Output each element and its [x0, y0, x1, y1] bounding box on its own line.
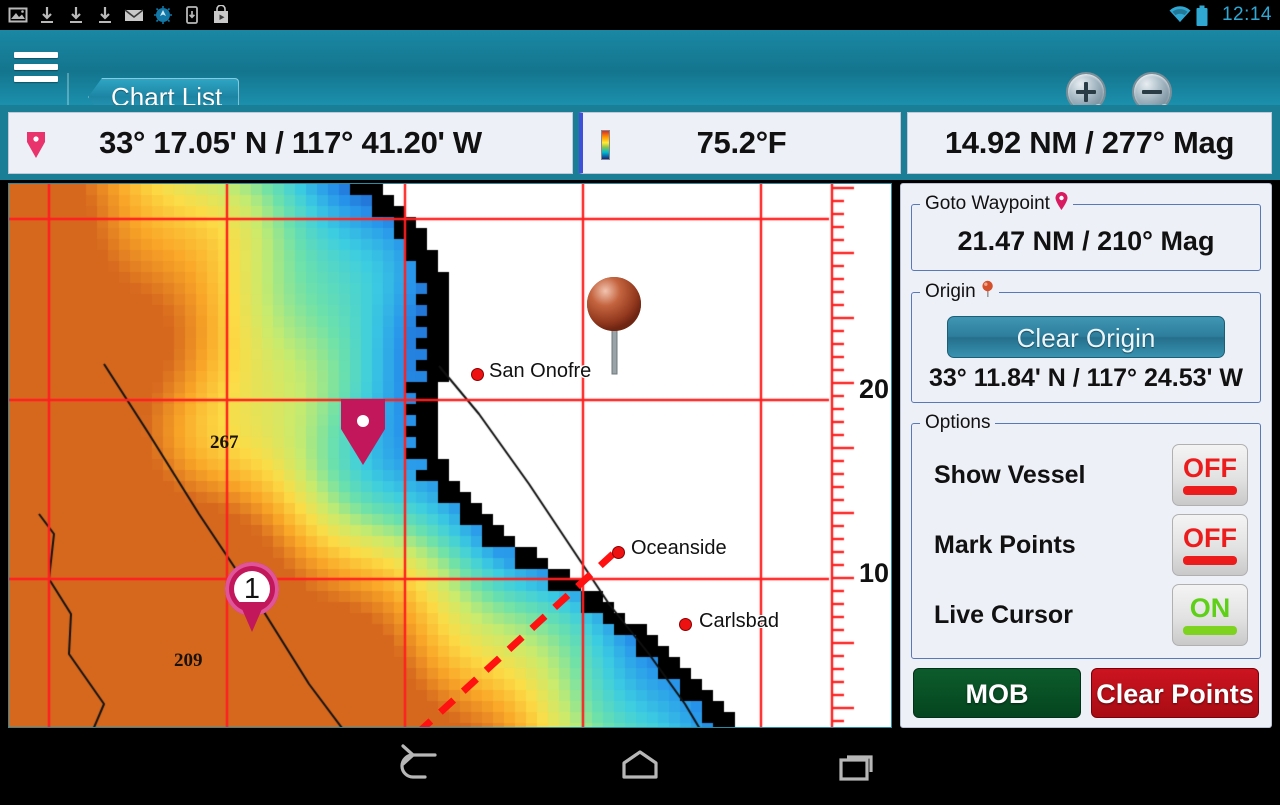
- range-bearing-value: 14.92 NM / 277° Mag: [944, 124, 1235, 160]
- download-icon: [37, 5, 57, 25]
- toggle-mark-points[interactable]: OFF: [1172, 514, 1248, 576]
- toggle-bar: [1183, 556, 1237, 565]
- pink-pin-icon: [1055, 192, 1068, 216]
- android-status-bar: 12:14: [0, 0, 1280, 30]
- city-label-san-onofre: San Onofre: [489, 360, 592, 382]
- map-pin-1[interactable]: 1: [225, 562, 279, 632]
- depth-label: 267: [210, 432, 239, 453]
- latitude-ruler: 201033°: [835, 184, 891, 727]
- cursor-position-cell[interactable]: 33° 17.05' N / 117° 41.20' W: [8, 111, 573, 174]
- options-legend: Options: [925, 412, 991, 433]
- temperature-cell[interactable]: 75.2°F: [579, 111, 901, 174]
- origin-pushpin-icon[interactable]: [587, 272, 647, 387]
- goto-waypoint-legend: Goto Waypoint: [920, 192, 1073, 216]
- origin-coordinates: 33° 11.84' N / 117° 24.53' W: [928, 364, 1244, 392]
- goto-waypoint-group: Goto Waypoint 21.47 NM / 210° Mag: [911, 192, 1261, 271]
- origin-legend: Origin: [920, 280, 999, 304]
- chart-map[interactable]: 201033° 1 2 San Onofre Oceanside Carlsb: [8, 183, 892, 728]
- device-download-icon: [182, 5, 202, 25]
- temperature-value: 75.2°F: [696, 124, 787, 160]
- option-label-live-cursor: Live Cursor: [934, 600, 1073, 629]
- red-pushpin-icon: [981, 280, 994, 304]
- toggle-bar: [1183, 626, 1237, 635]
- clear-points-button[interactable]: Clear Points: [1091, 668, 1259, 718]
- depth-label: 209: [174, 650, 203, 671]
- city-dot: [612, 546, 625, 559]
- waypoint-flag-marker[interactable]: [341, 399, 385, 470]
- option-row-mark-points: Mark Points OFF: [920, 510, 1252, 580]
- download-icon: [95, 5, 115, 25]
- control-side-panel: Goto Waypoint 21.47 NM / 210° Mag Origin…: [900, 183, 1272, 728]
- option-row-show-vessel: Show Vessel OFF: [920, 440, 1252, 510]
- toggle-bar: [1183, 486, 1237, 495]
- option-label-show-vessel: Show Vessel: [934, 460, 1086, 489]
- compass-icon: [153, 5, 173, 25]
- pin-number: 1: [243, 573, 261, 605]
- goto-waypoint-value: 21.47 NM / 210° Mag: [957, 226, 1215, 256]
- hamburger-menu-icon[interactable]: [10, 42, 62, 92]
- origin-group: Origin Clear Origin 33° 11.84' N / 117° …: [911, 280, 1261, 403]
- latitude-tick-label: 20: [859, 374, 890, 404]
- option-label-mark-points: Mark Points: [934, 530, 1076, 559]
- app-bar: Chart List: [0, 30, 1280, 126]
- pink-marker-pin-icon: [27, 131, 45, 158]
- toggle-show-vessel[interactable]: OFF: [1172, 444, 1248, 506]
- home-icon[interactable]: [580, 733, 700, 800]
- info-strip: 33° 17.05' N / 117° 41.20' W 75.2°F 14.9…: [0, 105, 1280, 180]
- options-group: Options Show Vessel OFF Mark Points OFF …: [911, 412, 1261, 659]
- city-dot: [679, 618, 692, 631]
- clear-origin-button[interactable]: Clear Origin: [947, 316, 1225, 358]
- city-label-oceanside: Oceanside: [631, 537, 727, 559]
- android-navigation-bar: [0, 733, 1280, 800]
- status-notification-icons: [8, 0, 231, 30]
- origin-legend-label: Origin: [925, 281, 976, 302]
- play-store-icon: [211, 4, 231, 25]
- toggle-live-cursor[interactable]: ON: [1172, 584, 1248, 646]
- back-icon[interactable]: [363, 733, 483, 800]
- wifi-icon: [1168, 5, 1191, 25]
- city-label-carlsbad: Carlsbad: [699, 610, 780, 632]
- image-icon: [8, 5, 28, 25]
- cursor-position-value: 33° 17.05' N / 117° 41.20' W: [99, 124, 482, 160]
- goto-waypoint-legend-label: Goto Waypoint: [925, 193, 1050, 214]
- latitude-tick-label: 10: [859, 558, 890, 588]
- battery-icon: [1195, 5, 1215, 26]
- mob-button[interactable]: MOB: [913, 668, 1081, 718]
- status-system-icons: 12:14: [1168, 0, 1272, 30]
- toggle-state-text: OFF: [1183, 453, 1237, 483]
- panel-action-row: MOB Clear Points: [911, 668, 1261, 718]
- option-row-live-cursor: Live Cursor ON: [920, 580, 1252, 650]
- range-bearing-cell[interactable]: 14.92 NM / 277° Mag: [907, 111, 1272, 174]
- toggle-state-text: ON: [1189, 593, 1231, 623]
- mail-icon: [124, 5, 144, 25]
- status-clock: 12:14: [1221, 4, 1272, 25]
- recents-icon[interactable]: [797, 733, 917, 800]
- toggle-state-text: OFF: [1183, 523, 1237, 553]
- sst-chart-canvas[interactable]: [9, 184, 891, 727]
- download-icon: [66, 5, 86, 25]
- temperature-scale-icon: [601, 129, 610, 160]
- city-dot: [471, 368, 484, 381]
